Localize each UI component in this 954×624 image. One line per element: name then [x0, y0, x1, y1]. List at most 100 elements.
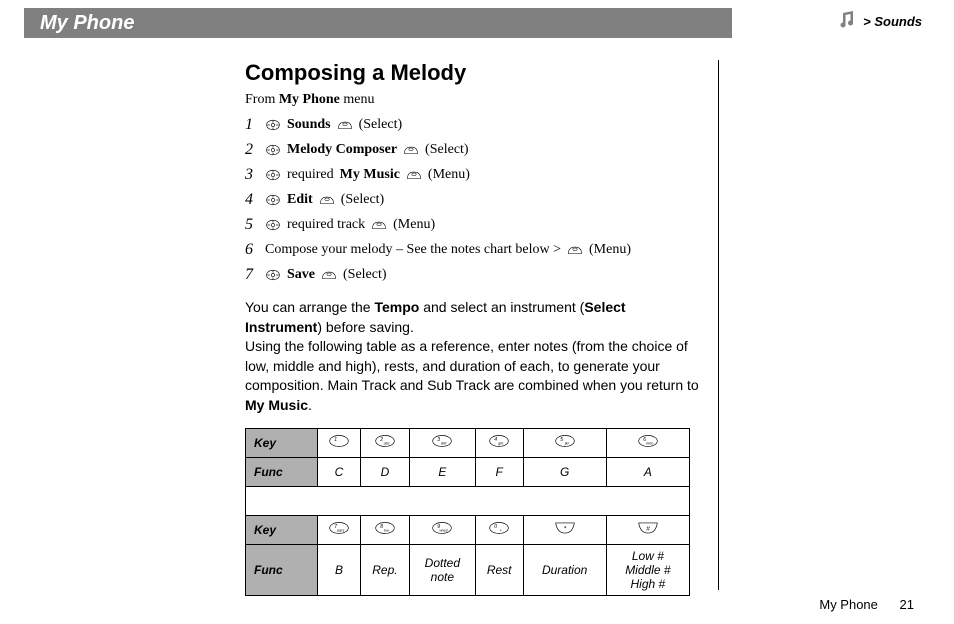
select-key-icon: [567, 243, 583, 257]
select-key-icon: [321, 268, 337, 282]
select-key-icon: [403, 143, 419, 157]
step-item: 7 Save (Select): [245, 264, 700, 286]
select-key-icon: [319, 193, 335, 207]
page-footer: My Phone 21: [819, 597, 914, 612]
footer-page-number: 21: [900, 597, 914, 612]
para-bold: Tempo: [374, 299, 419, 315]
svg-text:pqrs: pqrs: [336, 528, 344, 532]
page-heading: Composing a Melody: [245, 60, 700, 86]
step-list: 1Sounds(Select)2Melody Composer(Select)3…: [245, 114, 700, 286]
step-action: (Menu): [393, 214, 435, 236]
navigate-icon: [265, 218, 281, 232]
footer-section: My Phone: [819, 597, 878, 612]
func-cell: F: [475, 457, 523, 486]
svg-text:1: 1: [334, 437, 337, 443]
header-title: My Phone: [40, 12, 134, 34]
select-key-icon: [371, 218, 387, 232]
table-row: Key7pqrs8tuv9wxyz0+*#: [246, 515, 690, 544]
music-note-icon: [837, 10, 857, 33]
navigate-icon: [265, 268, 281, 282]
func-cell: C: [318, 457, 361, 486]
func-cell: B: [318, 544, 361, 595]
para-bold: My Music: [245, 397, 308, 413]
notes-table: Key12abc3def4ghi5jkl6mnoFuncCDEFGAKey7pq…: [245, 428, 690, 596]
key-cell: 6mno: [606, 428, 689, 457]
step-number: 5: [245, 214, 259, 236]
from-prefix: From: [245, 92, 279, 107]
step-number: 1: [245, 114, 259, 136]
svg-text:def: def: [441, 441, 447, 445]
para-text: You can arrange the: [245, 299, 374, 315]
step-action: (Select): [425, 139, 469, 161]
step-action: (Select): [343, 264, 387, 286]
svg-text:tuv: tuv: [384, 528, 390, 532]
breadcrumb-text: > Sounds: [863, 14, 922, 29]
svg-text:3: 3: [438, 437, 441, 443]
row-label: Func: [246, 457, 318, 486]
row-label: Func: [246, 544, 318, 595]
key-cell: 4ghi: [475, 428, 523, 457]
func-cell: G: [523, 457, 606, 486]
step-action: (Menu): [428, 164, 470, 186]
key-cell: 5jkl: [523, 428, 606, 457]
svg-text:*: *: [563, 526, 566, 533]
step-text: Compose your melody – See the notes char…: [265, 239, 561, 261]
step-action: (Menu): [589, 239, 631, 261]
select-key-icon: [337, 118, 353, 132]
svg-text:+: +: [500, 528, 503, 532]
navigate-icon: [265, 193, 281, 207]
para-text: ) before saving.: [317, 319, 414, 335]
step-item: 1Sounds(Select): [245, 114, 700, 136]
key-cell: 8tuv: [361, 515, 410, 544]
step-text: required track: [287, 214, 365, 236]
from-line: From My Phone menu: [245, 92, 700, 108]
key-cell: #: [606, 515, 689, 544]
table-row: FuncBRep.DottednoteRestDurationLow #Midd…: [246, 544, 690, 595]
func-cell: Low #Middle #High #: [606, 544, 689, 595]
svg-text:#: #: [646, 526, 650, 533]
func-cell: A: [606, 457, 689, 486]
table-row: Key12abc3def4ghi5jkl6mno: [246, 428, 690, 457]
step-bold: Save: [287, 264, 315, 286]
svg-text:abc: abc: [384, 441, 390, 445]
navigate-icon: [265, 118, 281, 132]
func-cell: E: [409, 457, 475, 486]
navigate-icon: [265, 143, 281, 157]
svg-text:mno: mno: [646, 441, 653, 445]
key-cell: 7pqrs: [318, 515, 361, 544]
func-cell: Rep.: [361, 544, 410, 595]
func-cell: Dottednote: [409, 544, 475, 595]
svg-text:wxyz: wxyz: [440, 528, 449, 532]
vertical-divider: [718, 60, 719, 590]
step-action: (Select): [341, 189, 385, 211]
para-text: Using the following table as a reference…: [245, 338, 699, 393]
step-action: (Select): [359, 114, 403, 136]
step-text: required: [287, 164, 334, 186]
step-item: 4 Edit (Select): [245, 189, 700, 211]
header-bar: My Phone: [24, 8, 732, 38]
key-cell: 9wxyz: [409, 515, 475, 544]
step-number: 4: [245, 189, 259, 211]
func-cell: D: [361, 457, 410, 486]
key-cell: 1: [318, 428, 361, 457]
row-label: Key: [246, 428, 318, 457]
select-key-icon: [406, 168, 422, 182]
step-number: 6: [245, 239, 259, 261]
step-number: 2: [245, 139, 259, 161]
svg-text:8: 8: [380, 524, 383, 530]
step-item: 6 Compose your melody – See the notes cha…: [245, 239, 700, 261]
step-bold: Melody Composer: [287, 139, 397, 161]
key-cell: *: [523, 515, 606, 544]
key-cell: 3def: [409, 428, 475, 457]
main-content: Composing a Melody From My Phone menu 1S…: [245, 60, 700, 596]
step-bold: Edit: [287, 189, 313, 211]
svg-text:2: 2: [379, 437, 383, 443]
para-text: .: [308, 397, 312, 413]
row-label: Key: [246, 515, 318, 544]
step-bold: My Music: [340, 164, 400, 186]
step-item: 2 Melody Composer (Select): [245, 139, 700, 161]
step-number: 7: [245, 264, 259, 286]
svg-text:4: 4: [494, 437, 497, 443]
breadcrumb: > Sounds: [837, 10, 922, 33]
key-cell: 0+: [475, 515, 523, 544]
